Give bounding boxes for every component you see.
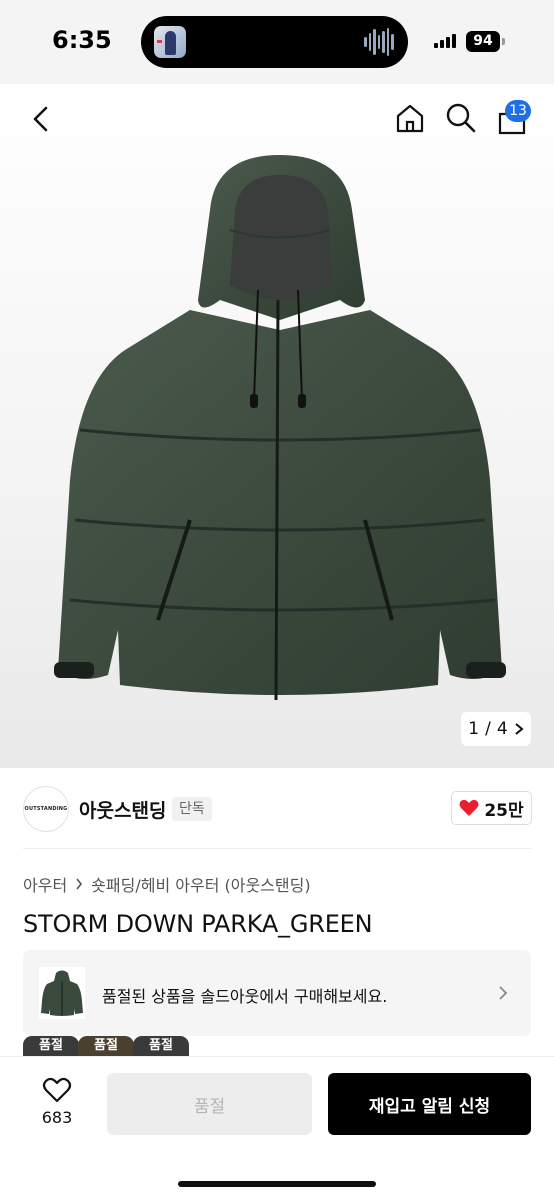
heart-outline-icon	[42, 1077, 72, 1103]
brand-logo[interactable]: OUTSTANDING	[23, 786, 69, 832]
image-pager-separator: /	[485, 719, 491, 739]
battery-tip	[502, 38, 505, 45]
product-image-jacket[interactable]	[40, 150, 520, 710]
back-arrow-icon[interactable]	[26, 104, 56, 134]
exclusive-badge: 단독	[172, 797, 212, 821]
soldout-marketplace-banner[interactable]: 품절된 상품을 솔드아웃에서 구매해보세요.	[23, 950, 531, 1036]
chevron-right-icon	[515, 723, 524, 735]
image-pager[interactable]: 1 / 4	[461, 712, 531, 746]
breadcrumb: 아우터 숏패딩/헤비 아우터 (아웃스탠딩)	[23, 872, 311, 896]
soldout-chip: 품절	[133, 1036, 189, 1056]
soldout-button[interactable]: 품절	[107, 1073, 312, 1135]
soldout-banner-text: 품절된 상품을 솔드아웃에서 구매해보세요.	[102, 987, 388, 1006]
home-indicator	[178, 1181, 376, 1187]
home-icon[interactable]	[394, 102, 426, 134]
soldout-chip: 품절	[78, 1036, 134, 1056]
audio-waveform-icon	[364, 28, 395, 56]
breadcrumb-subcategory[interactable]: 숏패딩/헤비 아우터 (아웃스탠딩)	[91, 872, 310, 896]
cart-count-badge: 13	[505, 100, 531, 122]
soldout-chip-row: 품절 품절 품절	[23, 1036, 189, 1056]
soldout-chip: 품절	[23, 1036, 79, 1056]
product-title: STORM DOWN PARKA_GREEN	[23, 910, 373, 938]
divider	[23, 848, 531, 849]
dynamic-island	[141, 16, 408, 68]
brand-name[interactable]: 아웃스탠딩	[79, 796, 166, 823]
status-time: 6:35	[52, 26, 112, 54]
brand-like-count: 25만	[484, 800, 524, 821]
heart-filled-icon	[459, 799, 479, 816]
image-pager-current: 1	[468, 719, 480, 739]
breadcrumb-category[interactable]: 아우터	[23, 872, 67, 896]
chevron-right-icon	[76, 878, 83, 890]
status-bar: 6:35 94	[0, 0, 554, 84]
brand-like-button[interactable]: 25만	[451, 791, 532, 825]
wishlist-button[interactable]: 683	[30, 1074, 84, 1134]
now-playing-artwork	[154, 26, 186, 58]
product-thumbnail	[39, 967, 85, 1019]
chevron-right-icon	[499, 986, 508, 1000]
wishlist-count: 683	[41, 1108, 73, 1127]
restock-alert-button[interactable]: 재입고 알림 신청	[328, 1073, 531, 1135]
search-icon[interactable]	[445, 102, 477, 134]
image-pager-total: 4	[496, 719, 508, 739]
battery-indicator: 94	[466, 31, 500, 52]
cellular-signal-icon	[434, 34, 456, 48]
